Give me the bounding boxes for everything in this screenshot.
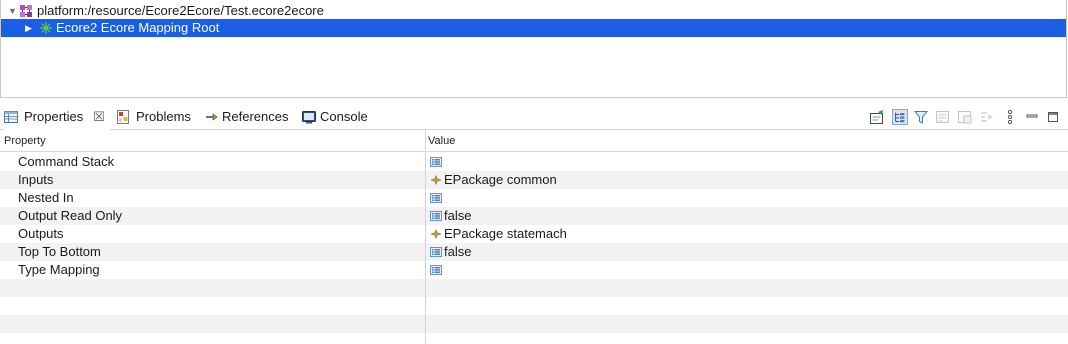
property-value[interactable]: EPackage statemach	[430, 225, 567, 243]
restore-default-icon[interactable]	[957, 109, 973, 125]
references-icon	[206, 113, 218, 121]
table-row	[0, 279, 1068, 297]
property-name: Nested In	[18, 190, 74, 205]
tab-label: Console	[320, 109, 368, 124]
property-name: Inputs	[18, 172, 54, 187]
property-value-text: EPackage common	[444, 172, 557, 187]
property-value-text: false	[444, 244, 472, 259]
property-name: Command Stack	[18, 154, 115, 169]
table-row[interactable]: Inputs EPackage common	[0, 171, 1068, 189]
resource-set-icon	[20, 5, 32, 17]
epackage-icon	[430, 229, 442, 239]
table-row[interactable]: Type Mapping	[0, 261, 1068, 279]
show-advanced-icon[interactable]	[935, 109, 951, 125]
property-name: Outputs	[18, 226, 64, 241]
collapsed-triangle-icon[interactable]: ▶	[25, 19, 32, 37]
tab-label: Problems	[136, 109, 191, 124]
table-row[interactable]: Top To Bottom false	[0, 243, 1068, 261]
view-tab-bar: Properties ☒ Problems References Console	[0, 104, 1068, 130]
column-header-property[interactable]: Property	[4, 130, 46, 152]
property-name: Type Mapping	[18, 262, 100, 277]
filter-icon[interactable]	[913, 109, 929, 125]
property-name: Output Read Only	[18, 208, 123, 223]
expanded-triangle-icon[interactable]: ▼	[8, 2, 17, 20]
column-header-value[interactable]: Value	[428, 130, 455, 152]
table-row[interactable]: Outputs EPackage statemach	[0, 225, 1068, 243]
tree-item-mapping-root[interactable]: ▶ Ecore2 Ecore Mapping Root	[1, 19, 1066, 37]
value-list-icon	[430, 193, 442, 203]
column-divider[interactable]	[425, 130, 426, 344]
property-value[interactable]	[430, 261, 444, 279]
table-row[interactable]: Command Stack	[0, 153, 1068, 171]
mapping-root-icon	[40, 22, 52, 34]
tree-item-label: platform:/resource/Ecore2Ecore/Test.ecor…	[37, 3, 324, 18]
table-header: Property Value	[0, 130, 1068, 152]
close-icon[interactable]: ☒	[93, 104, 105, 130]
table-row	[0, 297, 1068, 315]
console-icon	[302, 111, 316, 124]
tab-label: Properties	[24, 109, 84, 124]
pin-to-selection-icon[interactable]	[869, 109, 885, 125]
tab-label: References	[222, 109, 289, 124]
table-row[interactable]: Nested In	[0, 189, 1068, 207]
property-value[interactable]: false	[430, 207, 471, 225]
property-value[interactable]	[430, 153, 444, 171]
property-value-text: EPackage statemach	[444, 226, 567, 241]
value-list-icon	[430, 265, 442, 275]
properties-table: Property Value Command Stack Inputs EPacka…	[0, 130, 1068, 344]
maximize-icon[interactable]	[1045, 109, 1061, 125]
problems-icon	[117, 110, 129, 124]
editor-tree: ▼ platform:/resource/Ecore2Ecore/Test.ec…	[0, 0, 1067, 98]
properties-icon	[4, 111, 18, 123]
property-value[interactable]: false	[430, 243, 471, 261]
epackage-icon	[430, 175, 442, 185]
view-menu-icon[interactable]	[1002, 109, 1018, 125]
link-icon[interactable]	[979, 109, 995, 125]
tab-references[interactable]: References	[205, 104, 297, 130]
property-name: Top To Bottom	[18, 244, 101, 259]
tab-problems[interactable]: Problems	[116, 104, 200, 130]
table-row[interactable]: Output Read Only false	[0, 207, 1068, 225]
table-row	[0, 315, 1068, 333]
tree-item-resource[interactable]: ▼ platform:/resource/Ecore2Ecore/Test.ec…	[1, 2, 1066, 20]
show-categories-icon[interactable]	[892, 109, 908, 125]
property-value[interactable]: EPackage common	[430, 171, 557, 189]
value-list-icon	[430, 157, 442, 167]
minimize-icon[interactable]	[1024, 109, 1040, 125]
value-list-icon	[430, 211, 442, 221]
value-list-icon	[430, 247, 442, 257]
tab-console[interactable]: Console	[302, 104, 374, 130]
tab-properties[interactable]: Properties ☒	[4, 104, 110, 130]
property-value[interactable]	[430, 189, 444, 207]
tree-item-label: Ecore2 Ecore Mapping Root	[56, 20, 220, 35]
property-value-text: false	[444, 208, 472, 223]
